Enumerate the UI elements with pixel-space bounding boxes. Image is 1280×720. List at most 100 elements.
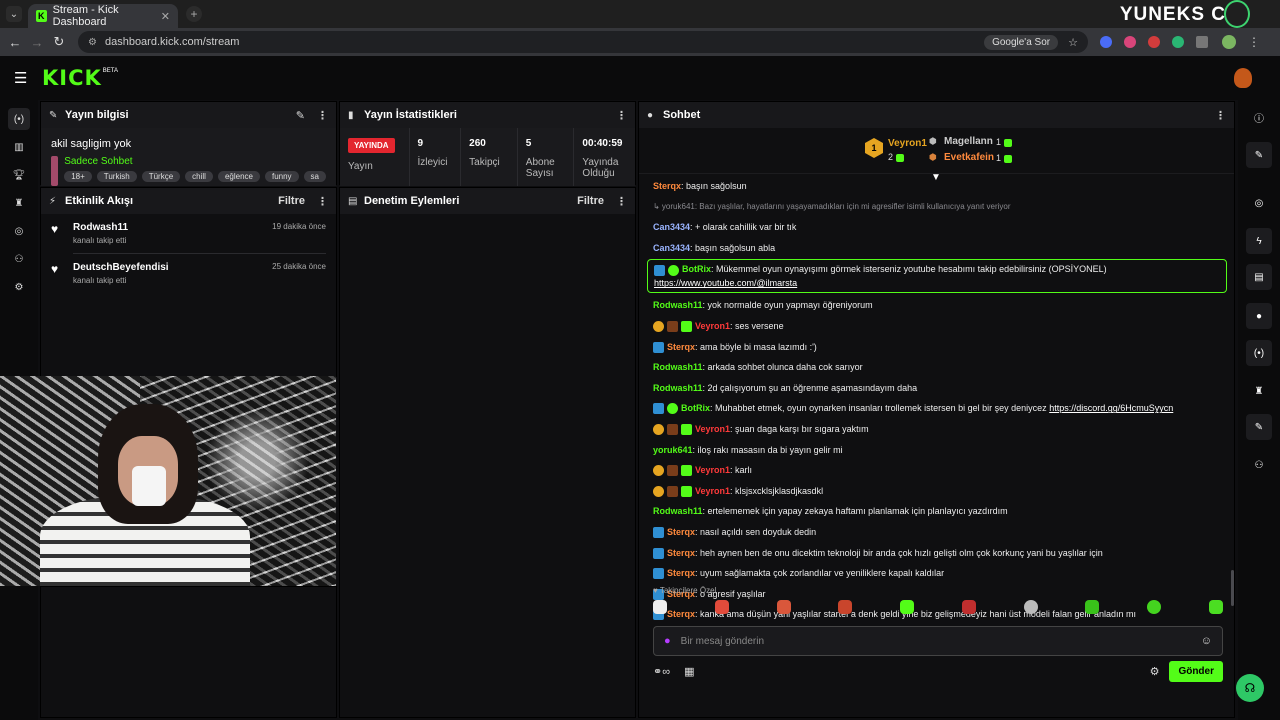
analytics-icon[interactable]: ▥ [8, 136, 30, 158]
chat-username[interactable]: yoruk641 [653, 445, 693, 455]
microphone-icon[interactable]: ● [664, 635, 671, 647]
chat-username[interactable]: BotRix [682, 264, 711, 274]
chat-scrollbar[interactable] [1231, 570, 1234, 606]
reload-icon[interactable]: ↻ [48, 34, 70, 50]
lightning-icon[interactable]: ϟ [1246, 228, 1272, 254]
stat-viewers: 9 İzleyici [410, 128, 462, 186]
emote-icon[interactable] [1208, 600, 1223, 614]
moderation-menu-icon[interactable]: ⋮ [616, 195, 627, 208]
settings-gear-icon[interactable]: ⚙ [8, 276, 30, 298]
browser-menu-icon[interactable]: ⋮ [1248, 35, 1260, 49]
community-icon[interactable]: ♜ [1246, 378, 1272, 404]
stream-category[interactable]: Sadece Sohbet [64, 156, 326, 167]
leaderboard-user[interactable]: Magellann [944, 136, 993, 147]
back-icon[interactable]: ← [4, 35, 26, 50]
chat-settings-gear-icon[interactable]: ⚙ [1150, 665, 1160, 678]
document-icon[interactable]: ▤ [1246, 264, 1272, 290]
address-bar[interactable]: ⚙ dashboard.kick.com/stream Google'a Sor… [78, 31, 1088, 53]
emote-icon[interactable] [1147, 600, 1162, 614]
chat-username[interactable]: Veyron1 [695, 486, 730, 496]
user-avatar[interactable] [1234, 68, 1252, 88]
activity-menu-icon[interactable]: ⋮ [317, 195, 328, 208]
send-button[interactable]: Gönder [1169, 660, 1223, 682]
wrench-icon[interactable]: ✎ [1246, 414, 1272, 440]
target-icon[interactable]: ◎ [1246, 190, 1272, 216]
event-time: 25 dakika önce [272, 262, 326, 271]
bookmark-star-icon[interactable]: ☆ [1068, 36, 1078, 49]
chat-menu-icon[interactable]: ⋮ [1215, 109, 1226, 122]
chat-username[interactable]: Sterqx [653, 181, 681, 191]
chat-username[interactable]: Veyron1 [695, 465, 730, 475]
emoji-picker-icon[interactable]: ☺ [1201, 635, 1212, 647]
tag: sa [303, 171, 326, 182]
tab-search-icon[interactable]: ⌄ [6, 6, 22, 22]
emote-icon[interactable] [1023, 600, 1038, 614]
chat-bubble-icon[interactable]: ● [1246, 303, 1272, 329]
chat-username[interactable]: Can3434 [653, 243, 690, 253]
profile-avatar[interactable] [1222, 35, 1236, 49]
emote-icon[interactable] [776, 600, 791, 614]
store-icon[interactable]: ▦ [684, 665, 694, 678]
google-sor-button[interactable]: Google'a Sor [984, 34, 1059, 50]
site-info-icon[interactable]: ⚙ [88, 37, 97, 48]
emote-icon[interactable] [961, 600, 976, 614]
users-icon[interactable]: ⚇ [1246, 452, 1272, 478]
stream-title: akil sagligim yok [51, 138, 132, 150]
users-icon[interactable]: ⚇ [8, 248, 30, 270]
chat-username[interactable]: Sterqx [667, 548, 695, 558]
chat-username[interactable]: Veyron1 [695, 424, 730, 434]
broadcast-icon[interactable]: (•) [8, 108, 30, 130]
emote-icon[interactable] [838, 600, 853, 614]
browser-tab[interactable]: K Stream - Kick Dashboard ✕ [28, 4, 178, 28]
chat-link[interactable]: https://www.youtube.com/@ilmarsta [654, 278, 797, 288]
stream-stats-menu-icon[interactable]: ⋮ [616, 109, 627, 122]
tag: Türkçe [141, 171, 181, 182]
stream-info-menu-icon[interactable]: ⋮ [317, 109, 328, 122]
emote-icon[interactable] [1085, 600, 1100, 614]
emote-icon[interactable] [900, 600, 915, 614]
chat-text: heh aynen ben de onu dicektim teknoloji … [700, 547, 1103, 558]
chat-users-icon[interactable]: ⚭∞ [653, 665, 670, 678]
emote-icon[interactable] [653, 600, 667, 614]
moderation-filter-button[interactable]: Filtre [577, 195, 604, 207]
moderation-icon[interactable]: ◎ [8, 220, 30, 242]
stream-info-header: ✎ Yayın bilgisi ✎ ⋮ [41, 102, 336, 128]
chat-username[interactable]: Rodwash11 [653, 300, 703, 310]
follower-name[interactable]: Rodwash11 [73, 222, 128, 233]
extension-icon-1[interactable] [1100, 36, 1112, 48]
broadcast-icon[interactable]: (•) [1246, 340, 1272, 366]
emote-icon[interactable] [714, 600, 729, 614]
extensions-puzzle-icon[interactable] [1196, 36, 1208, 48]
new-tab-icon[interactable]: + [186, 6, 202, 22]
chat-username[interactable]: BotRix [681, 403, 710, 413]
trophy-icon[interactable]: 🏆︎ [8, 164, 30, 186]
leaderboard-user[interactable]: Veyron1 [888, 138, 927, 149]
chat-username[interactable]: Sterqx [667, 527, 695, 537]
info-icon[interactable]: ⓘ [1246, 104, 1272, 130]
extension-icon-4[interactable] [1172, 36, 1184, 48]
chat-username[interactable]: Rodwash11 [653, 506, 703, 516]
chat-message-input[interactable]: ● Bir mesaj gönderin ☺ [653, 626, 1223, 656]
leaderboard-user[interactable]: Evetkafein [944, 152, 994, 163]
community-icon[interactable]: ♜ [8, 192, 30, 214]
extension-icon-2[interactable] [1124, 36, 1136, 48]
chat-text: yok normalde oyun yapmayı öğreniyorum [707, 300, 873, 311]
extension-icon-3[interactable] [1148, 36, 1160, 48]
chat-username[interactable]: Can3434 [653, 222, 690, 232]
headset-support-icon[interactable]: ☊ [1236, 674, 1264, 702]
chat-username[interactable]: Veyron1 [695, 321, 730, 331]
activity-filter-button[interactable]: Filtre [278, 195, 305, 207]
chat-username[interactable]: Rodwash11 [653, 362, 703, 372]
chat-username[interactable]: Sterqx [667, 342, 695, 352]
edit-pencil-icon[interactable]: ✎ [296, 109, 305, 122]
kick-logo[interactable]: KICK [42, 66, 102, 90]
follower-name[interactable]: DeutschBeyefendisi [73, 262, 169, 273]
chat-username[interactable]: Rodwash11 [653, 383, 703, 393]
chat-link[interactable]: https://discord.gg/6HcmuSyycn [1049, 403, 1173, 413]
hamburger-menu-icon[interactable]: ☰ [14, 69, 28, 87]
tab-close-icon[interactable]: ✕ [161, 10, 170, 23]
edit-pencil-icon[interactable]: ✎ [1246, 142, 1272, 168]
forward-icon[interactable]: → [26, 35, 48, 50]
chat-text: başın sağolsun [686, 181, 747, 191]
chat-username[interactable]: Sterqx [667, 568, 695, 578]
